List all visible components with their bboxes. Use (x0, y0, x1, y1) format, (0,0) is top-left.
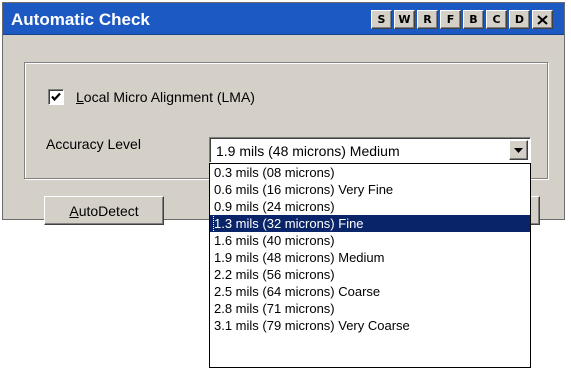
checkmark-icon (51, 92, 61, 102)
dropdown-option[interactable]: 2.8 mils (71 microns) (210, 300, 530, 317)
accuracy-level-value: 1.9 mils (48 microns) Medium (216, 143, 400, 159)
title-button-d[interactable]: D (509, 10, 530, 29)
dropdown-option-label: 1.6 mils (40 microns) (214, 233, 335, 248)
dropdown-option[interactable]: 3.1 mils (79 microns) Very Coarse (210, 317, 530, 334)
dropdown-option-label: 2.8 mils (71 microns) (214, 301, 335, 316)
dropdown-option[interactable]: 0.3 mils (08 microns) (210, 164, 530, 181)
title-bar[interactable]: Automatic Check SWRFBCD (3, 3, 564, 35)
accuracy-level-dropdown-list: 0.3 mils (08 microns) 0.6 mils (16 micron… (209, 163, 531, 368)
dropdown-option-label: 0.3 mils (08 microns) (214, 165, 335, 180)
window-title: Automatic Check (11, 10, 150, 29)
title-button-s[interactable]: S (371, 10, 392, 29)
title-bar-buttons: SWRFBCD (371, 10, 553, 29)
dropdown-arrow-button[interactable] (509, 140, 528, 160)
autodetect-label: utoDetect (78, 202, 139, 219)
lma-label-text: ocal Micro Alignment (LMA) (83, 89, 255, 105)
chevron-down-icon (514, 147, 523, 153)
close-button[interactable] (532, 10, 553, 29)
title-button-w[interactable]: W (394, 10, 415, 29)
dropdown-option-label: 2.5 mils (64 microns) Coarse (214, 284, 381, 299)
autodetect-button[interactable]: AutoDetect (44, 196, 164, 225)
title-button-c[interactable]: C (486, 10, 507, 29)
dropdown-option[interactable]: 1.3 mils (32 microns) Fine (210, 215, 530, 232)
dropdown-option-label: 3.1 mils (79 microns) Very Coarse (214, 318, 410, 333)
dropdown-option[interactable]: 1.9 mils (48 microns) Medium (210, 249, 530, 266)
title-button-r[interactable]: R (417, 10, 438, 29)
accuracy-level-label: Accuracy Level (46, 136, 141, 152)
dropdown-option-label: 1.9 mils (48 microns) Medium (214, 250, 385, 265)
autodetect-mnemonic: A (69, 202, 79, 219)
lma-label[interactable]: Local Micro Alignment (LMA) (76, 89, 255, 105)
dropdown-option[interactable]: 0.9 mils (24 microns) (210, 198, 530, 215)
dropdown-option-label: 0.9 mils (24 microns) (214, 199, 335, 214)
dropdown-option-label: 0.6 mils (16 microns) Very Fine (214, 182, 394, 197)
title-button-b[interactable]: B (463, 10, 484, 29)
dropdown-option[interactable]: 1.6 mils (40 microns) (210, 232, 530, 249)
lma-label-mnemonic: L (76, 89, 84, 105)
dropdown-option-label: 1.3 mils (32 microns) Fine (213, 215, 530, 232)
dropdown-option[interactable]: 2.5 mils (64 microns) Coarse (210, 283, 530, 300)
accuracy-level-combobox[interactable]: 1.9 mils (48 microns) Medium (209, 137, 531, 163)
dropdown-option[interactable]: 0.6 mils (16 microns) Very Fine (210, 181, 530, 198)
dropdown-option-label: 2.2 mils (56 microns) (214, 267, 335, 282)
close-icon (537, 14, 548, 25)
lma-checkbox[interactable] (48, 89, 64, 105)
dropdown-option[interactable]: 2.2 mils (56 microns) (210, 266, 530, 283)
title-button-f[interactable]: F (440, 10, 461, 29)
stage: Automatic Check SWRFBCD Local Micro Alig… (0, 0, 571, 370)
